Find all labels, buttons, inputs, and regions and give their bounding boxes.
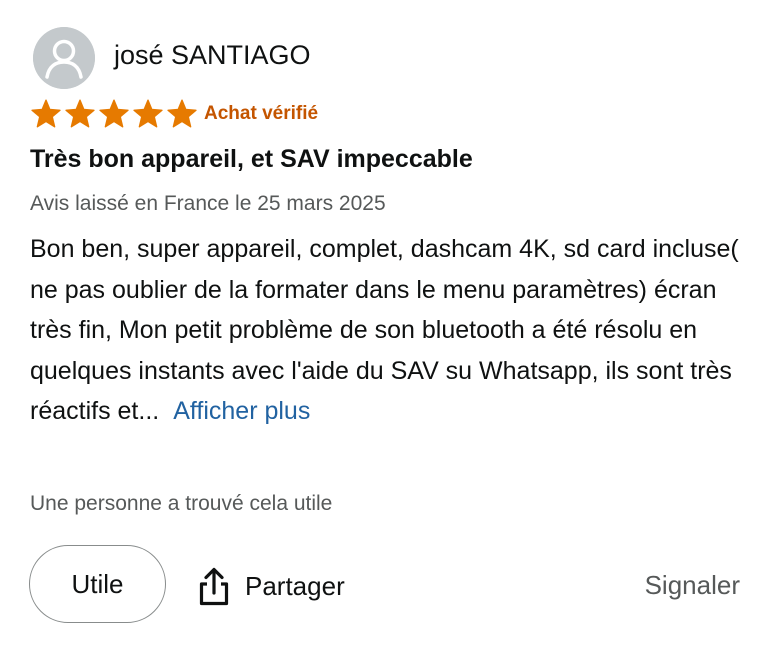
review-body: Bon ben, super appareil, complet, dashca…	[30, 229, 745, 432]
review-text: Bon ben, super appareil, complet, dashca…	[30, 235, 739, 425]
review-title: Très bon appareil, et SAV impeccable	[30, 145, 473, 173]
user-silhouette-icon	[33, 27, 95, 89]
star-icon	[166, 98, 198, 132]
star-icon	[30, 98, 62, 132]
share-icon	[197, 566, 231, 606]
show-more-link[interactable]: Afficher plus	[173, 397, 310, 425]
review-meta: Avis laissé en France le 25 mars 2025	[30, 192, 386, 215]
reviewer-name[interactable]: josé SANTIAGO	[114, 40, 311, 71]
star-icon	[132, 98, 164, 132]
report-link[interactable]: Signaler	[645, 570, 740, 601]
star-rating	[30, 98, 198, 132]
star-icon	[98, 98, 130, 132]
share-label: Partager	[245, 570, 345, 601]
verified-purchase-badge: Achat vérifié	[204, 103, 319, 124]
reviewer-avatar	[33, 27, 95, 89]
share-button[interactable]: Partager	[197, 566, 345, 606]
useful-button[interactable]: Utile	[29, 545, 166, 623]
helpful-count: Une personne a trouvé cela utile	[30, 492, 333, 515]
star-icon	[64, 98, 96, 132]
